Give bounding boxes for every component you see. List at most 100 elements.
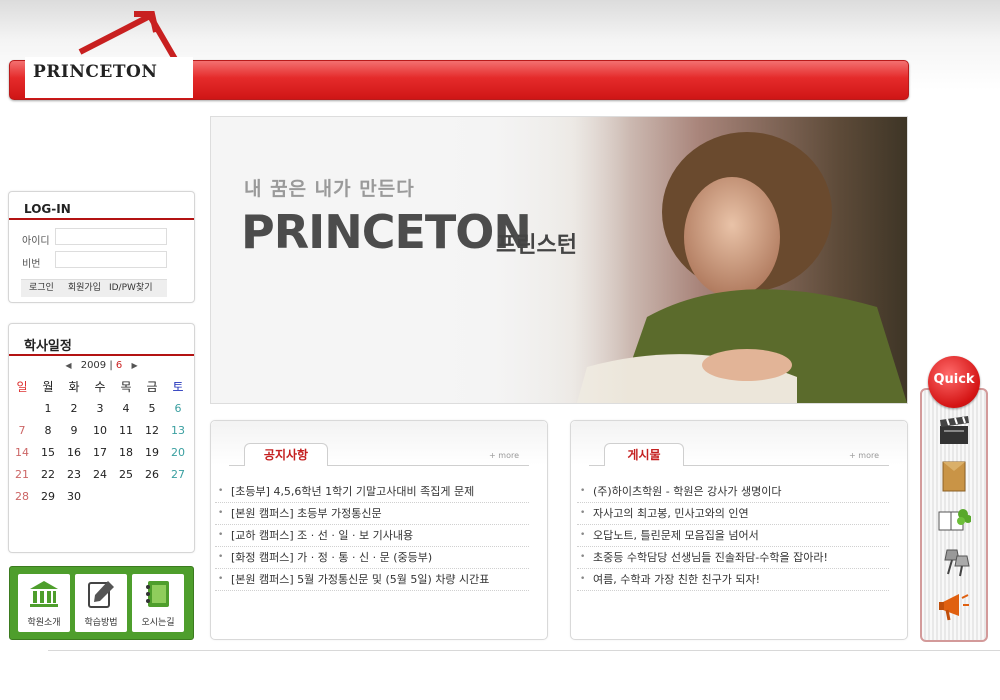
id-input[interactable] <box>55 228 167 245</box>
calendar-week: 21 22 23 24 25 26 27 <box>9 464 194 486</box>
weekday-fri: 금 <box>146 380 158 394</box>
calendar-day[interactable]: 18 <box>113 442 139 464</box>
calendar-grid: 일 월 화 수 목 금 토 1 2 3 4 5 6 7 8 9 10 11 12… <box>9 376 194 508</box>
calendar-day[interactable]: 1 <box>35 398 61 420</box>
calendar-day[interactable]: 8 <box>35 420 61 442</box>
post-item-title[interactable]: 자사고의 최고봉, 민사고와의 인연 <box>593 507 749 520</box>
calendar-day <box>113 486 139 508</box>
calendar-day[interactable]: 15 <box>35 442 61 464</box>
notice-item[interactable]: • [본원 캠퍼스] 5월 가정통신문 및 (5월 5일) 차량 시간표 <box>215 569 529 591</box>
bullet-icon: • <box>218 552 224 562</box>
banner-subtitle: 내 꿈은 내가 만든다 <box>244 178 415 200</box>
calendar-day[interactable]: 27 <box>165 464 191 486</box>
post-item-title[interactable]: 오답노트, 틀린문제 모음집을 넘어서 <box>593 529 759 542</box>
post-item-title[interactable]: (주)하이츠학원 - 학원은 강사가 생명이다 <box>593 485 781 498</box>
post-item[interactable]: • 여름, 수학과 가장 친한 친구가 되자! <box>577 569 889 591</box>
calendar-day[interactable]: 12 <box>139 420 165 442</box>
academy-intro-button[interactable]: 학원소개 <box>18 574 70 632</box>
weekday-wed: 수 <box>94 380 106 394</box>
notice-item-title[interactable]: [교하 캠퍼스] 조 · 선 · 일 · 보 기사내용 <box>231 529 413 542</box>
notice-item-title[interactable]: [본원 캠퍼스] 5월 가정통신문 및 (5월 5일) 차량 시간표 <box>231 573 489 586</box>
calendar-day[interactable]: 22 <box>35 464 61 486</box>
calendar-day[interactable]: 6 <box>165 398 191 420</box>
pushpin-icon[interactable] <box>937 546 971 578</box>
bullet-icon: • <box>580 530 586 540</box>
directions-button[interactable]: 오시는길 <box>132 574 184 632</box>
calendar-day <box>165 486 191 508</box>
password-label: 비번 <box>22 259 41 270</box>
notice-item-title[interactable]: [본원 캠퍼스] 초등부 가정통신문 <box>231 507 382 520</box>
calendar-day[interactable]: 30 <box>61 486 87 508</box>
notice-item[interactable]: • [초등부] 4,5,6학년 1학기 기말고사대비 족집게 문제 <box>215 481 529 503</box>
calendar-day[interactable]: 24 <box>87 464 113 486</box>
posts-list: • (주)하이츠학원 - 학원은 강사가 생명이다 • 자사고의 최고봉, 민사고와… <box>577 481 889 591</box>
calendar-day[interactable]: 7 <box>9 420 35 442</box>
book-icon[interactable] <box>937 504 971 536</box>
calendar-day[interactable]: 25 <box>113 464 139 486</box>
posts-more-link[interactable]: + more <box>849 451 879 460</box>
notice-more-link[interactable]: + more <box>489 451 519 460</box>
bullet-icon: • <box>218 486 224 496</box>
post-item[interactable]: • 초중등 수학담당 선생님들 진솔좌담-수학을 잡아라! <box>577 547 889 569</box>
calendar-day[interactable]: 23 <box>61 464 87 486</box>
calendar-week: 14 15 16 17 18 19 20 <box>9 442 194 464</box>
calendar-day[interactable]: 9 <box>61 420 87 442</box>
megaphone-icon[interactable] <box>937 590 971 622</box>
notice-item-title[interactable]: [화정 캠퍼스] 가 · 정 · 통 · 신 · 문 (중등부) <box>231 551 432 564</box>
tab-posts[interactable]: 게시물 <box>604 443 684 466</box>
prev-month-icon[interactable]: ◀ <box>65 361 71 370</box>
calendar-day[interactable] <box>9 398 35 420</box>
post-item[interactable]: • 자사고의 최고봉, 민사고와의 인연 <box>577 503 889 525</box>
main-banner: 내 꿈은 내가 만든다 PRINCETON 프린스턴 <box>210 116 908 404</box>
calendar-day[interactable]: 20 <box>165 442 191 464</box>
calendar-day[interactable]: 10 <box>87 420 113 442</box>
weekday-thu: 목 <box>120 380 132 394</box>
id-label: 아이디 <box>22 236 50 247</box>
calendar-day[interactable]: 4 <box>113 398 139 420</box>
logo-text[interactable]: PRINCETON <box>33 62 157 82</box>
signup-button[interactable]: 회원가입 <box>58 280 105 297</box>
calendar-day[interactable]: 2 <box>61 398 87 420</box>
login-button[interactable]: 로그인 <box>21 280 58 297</box>
calendar-day[interactable]: 3 <box>87 398 113 420</box>
notice-item[interactable]: • [본원 캠퍼스] 초등부 가정통신문 <box>215 503 529 525</box>
envelope-icon[interactable] <box>937 460 971 492</box>
post-item[interactable]: • (주)하이츠학원 - 학원은 강사가 생명이다 <box>577 481 889 503</box>
calendar-day[interactable]: 21 <box>9 464 35 486</box>
post-item-title[interactable]: 여름, 수학과 가장 친한 친구가 되자! <box>593 573 760 586</box>
calendar-day[interactable]: 28 <box>9 486 35 508</box>
tab-notice[interactable]: 공지사항 <box>244 443 328 466</box>
pencil-icon <box>88 581 114 608</box>
calendar-day[interactable]: 5 <box>139 398 165 420</box>
banner-title-korean: 프린스턴 <box>496 233 577 258</box>
clapperboard-icon[interactable] <box>937 414 971 446</box>
bullet-icon: • <box>580 486 586 496</box>
notice-item[interactable]: • [교하 캠퍼스] 조 · 선 · 일 · 보 기사내용 <box>215 525 529 547</box>
calendar-day[interactable]: 26 <box>139 464 165 486</box>
calendar-day[interactable]: 13 <box>165 420 191 442</box>
find-id-pw-button[interactable]: ID/PW찾기 <box>105 280 157 297</box>
post-item[interactable]: • 오답노트, 틀린문제 모음집을 넘어서 <box>577 525 889 547</box>
calendar-day[interactable]: 17 <box>87 442 113 464</box>
calendar-year: 2009 <box>80 360 107 371</box>
calendar-weekday-row: 일 월 화 수 목 금 토 <box>9 376 194 398</box>
calendar-day[interactable]: 14 <box>9 442 35 464</box>
study-method-button[interactable]: 학습방법 <box>75 574 127 632</box>
next-month-icon[interactable]: ▶ <box>131 361 137 370</box>
calendar-day[interactable]: 16 <box>61 442 87 464</box>
quick-badge[interactable]: Quick <box>928 356 980 408</box>
post-item-title[interactable]: 초중등 수학담당 선생님들 진솔좌담-수학을 잡아라! <box>593 551 828 564</box>
weekday-sat: 토 <box>172 380 184 394</box>
banner-title: PRINCETON <box>241 205 532 259</box>
bullet-icon: • <box>580 508 586 518</box>
footer-divider <box>48 650 1000 651</box>
notice-item-title[interactable]: [초등부] 4,5,6학년 1학기 기말고사대비 족집게 문제 <box>231 485 474 498</box>
calendar-day[interactable]: 11 <box>113 420 139 442</box>
calendar-day[interactable]: 19 <box>139 442 165 464</box>
notice-item[interactable]: • [화정 캠퍼스] 가 · 정 · 통 · 신 · 문 (중등부) <box>215 547 529 569</box>
password-input[interactable] <box>55 251 167 268</box>
calendar-week: 1 2 3 4 5 6 <box>9 398 194 420</box>
calendar-navigation: ◀ 2009 | 6 ▶ <box>9 360 194 371</box>
calendar-month: 6 <box>115 360 123 371</box>
calendar-day[interactable]: 29 <box>35 486 61 508</box>
